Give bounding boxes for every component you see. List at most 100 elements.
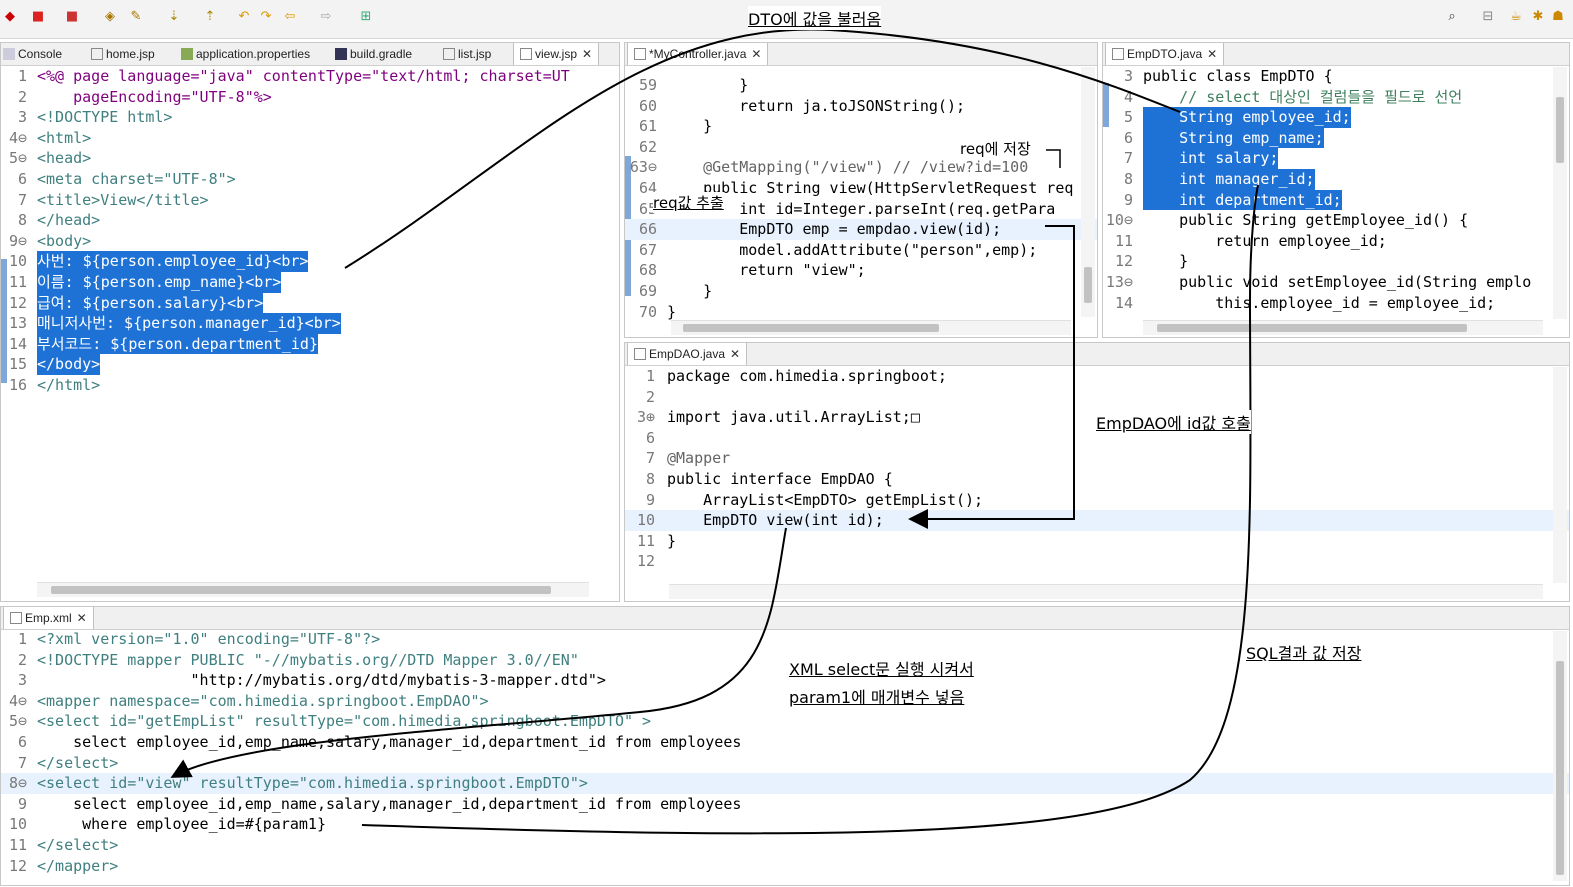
tab-empdao[interactable]: EmpDAO.java ✕ (627, 343, 748, 365)
code-line[interactable]: 12 } (1103, 251, 1569, 272)
code-line[interactable]: 6 select employee_id,emp_name,salary,man… (1, 732, 1569, 753)
code-line[interactable]: 8⊖ <select id="view" resultType="com.hime… (1, 773, 1569, 794)
tab-list-jsp[interactable]: list.jsp (443, 43, 491, 65)
code-line[interactable]: 3 <!DOCTYPE html> (1, 107, 619, 128)
vertical-scrollbar[interactable] (1553, 631, 1567, 881)
tab-my-controller[interactable]: *MyController.java ✕ (627, 43, 769, 65)
code-line[interactable]: 69 } (625, 281, 1097, 302)
back-edit-icon[interactable]: ↶ (236, 9, 252, 25)
back-icon[interactable]: ⇦ (282, 9, 298, 25)
tab-empdto[interactable]: EmpDTO.java ✕ (1105, 43, 1225, 65)
code-line[interactable]: 7 </select> (1, 753, 1569, 774)
code-line[interactable]: 5⊖ <select id="getEmpList" resultType="co… (1, 711, 1569, 732)
vertical-scrollbar[interactable] (1553, 67, 1567, 319)
dao-code-area[interactable]: 1 package com.himedia.springboot; 2 3⊕ impor… (625, 366, 1569, 572)
code-line[interactable]: 7 int salary; (1103, 148, 1569, 169)
code-line[interactable]: 10⊖ public String getEmployee_id() { (1103, 210, 1569, 231)
code-line[interactable]: 3 public class EmpDTO { (1103, 66, 1569, 87)
horizontal-scrollbar[interactable] (669, 584, 1543, 599)
scroll-thumb[interactable] (1157, 324, 1467, 332)
code-line[interactable]: 10 where employee_id=#{param1} (1, 814, 1569, 835)
code-line[interactable]: 12 (625, 551, 1569, 572)
code-line[interactable]: 14 부서코드: ${person.department_id} (1, 333, 619, 355)
open-type-icon[interactable]: ◈ (102, 9, 118, 25)
scroll-thumb[interactable] (1556, 97, 1564, 163)
code-line[interactable]: 1 <%@ page language="java" contentType="t… (1, 66, 619, 87)
code-line[interactable]: 6 <meta charset="UTF-8"> (1, 169, 619, 190)
close-icon[interactable]: ✕ (751, 47, 761, 61)
code-line[interactable]: 1 package com.himedia.springboot; (625, 366, 1569, 387)
tab-emp-xml[interactable]: Emp.xml ✕ (3, 607, 94, 629)
code-line[interactable]: 61 } (625, 116, 1097, 137)
run-icon[interactable]: ■ (64, 9, 80, 25)
horizontal-scrollbar[interactable] (37, 582, 589, 597)
code-line[interactable]: 15 </body> (1, 354, 619, 375)
code-line[interactable]: 67 model.addAttribute("person",emp); (625, 240, 1097, 261)
code-line[interactable]: 9 select employee_id,emp_name,salary,man… (1, 794, 1569, 815)
scroll-thumb[interactable] (683, 324, 939, 332)
dto-code-area[interactable]: 3 public class EmpDTO {4 // select 대상인 컬럼… (1103, 66, 1569, 313)
tools-icon[interactable]: ✎ (128, 9, 144, 25)
code-line[interactable]: 6 String emp_name; (1103, 127, 1569, 149)
code-line[interactable]: 63⊖ @GetMapping("/view") // /view?id=100 (625, 157, 1097, 178)
stop-icon[interactable]: ■ (30, 9, 46, 25)
code-line[interactable]: 60 return ja.toJSONString(); (625, 96, 1097, 117)
scroll-thumb[interactable] (1084, 267, 1092, 303)
pin-editor-icon[interactable]: ⊞ (358, 9, 374, 25)
horizontal-scrollbar[interactable] (1143, 320, 1543, 335)
code-line[interactable]: 10 사번: ${person.employee_id}<br> (1, 251, 619, 272)
vertical-scrollbar[interactable] (1553, 367, 1567, 583)
code-line[interactable]: 11 return employee_id; (1103, 231, 1569, 252)
tab-build-gradle[interactable]: build.gradle (335, 43, 412, 65)
code-line[interactable]: 2 (625, 387, 1569, 408)
code-line[interactable]: 16 </html> (1, 375, 619, 396)
code-line[interactable]: 5⊖ <head> (1, 148, 619, 169)
debug-icon[interactable]: ◆ (2, 9, 18, 25)
code-line[interactable]: 3 "http://mybatis.org/dtd/mybatis-3-mapp… (1, 670, 1569, 691)
code-line[interactable]: 4 // select 대상인 컬럼들을 필드로 선언 (1103, 87, 1569, 108)
code-line[interactable]: 66 EmpDTO emp = empdao.view(id); (625, 219, 1097, 240)
search-icon[interactable]: ⌕ (1444, 9, 1460, 25)
code-line[interactable]: 13⊖ public void setEmployee_id(String em… (1103, 272, 1569, 293)
code-line[interactable]: 14 this.employee_id = employee_id; (1103, 293, 1569, 314)
java-perspective-icon[interactable]: ☗ (1550, 9, 1566, 25)
code-line[interactable]: 12 급여: ${person.salary}<br> (1, 292, 619, 314)
forward-icon[interactable]: ⇨ (318, 9, 334, 25)
tab-console[interactable]: Console (3, 43, 62, 65)
code-line[interactable]: 9 ArrayList<EmpDTO> getEmpList(); (625, 490, 1569, 511)
close-icon[interactable]: ✕ (730, 347, 740, 361)
code-line[interactable]: 11 이름: ${person.emp_name}<br> (1, 271, 619, 293)
close-icon[interactable]: ✕ (77, 611, 87, 625)
code-line[interactable]: 11} (625, 531, 1569, 552)
prev-annotation-icon[interactable]: ⇡ (202, 9, 218, 25)
xml-code-area[interactable]: 1 <?xml version="1.0" encoding="UTF-8"?> 2… (1, 629, 1569, 876)
debug-perspective-icon[interactable]: ✱ (1530, 9, 1546, 25)
code-line[interactable]: 68 return "view"; (625, 260, 1097, 281)
code-line[interactable]: 13 매니저사번: ${person.manager_id}<br> (1, 313, 619, 334)
tab-home-jsp[interactable]: home.jsp (91, 43, 155, 65)
code-line[interactable]: 8 </head> (1, 210, 619, 231)
code-line[interactable]: 59 } (625, 75, 1097, 96)
code-line[interactable]: 2 pageEncoding="UTF-8"%> (1, 87, 619, 108)
code-line[interactable]: 10 EmpDTO view(int id); (625, 510, 1569, 531)
vertical-scrollbar[interactable] (1081, 67, 1095, 317)
code-line[interactable]: 8 public interface EmpDAO { (625, 469, 1569, 490)
scroll-thumb[interactable] (1556, 661, 1564, 875)
perspective-icon[interactable]: ⊟ (1480, 9, 1496, 25)
code-line[interactable]: 4⊖ <mapper namespace="com.himedia.springb… (1, 691, 1569, 712)
code-line[interactable]: 12 </mapper> (1, 856, 1569, 877)
close-icon[interactable]: ✕ (1207, 47, 1217, 61)
close-icon[interactable]: ✕ (582, 47, 592, 61)
code-line[interactable]: 7 @Mapper (625, 448, 1569, 469)
horizontal-scrollbar[interactable] (671, 320, 1071, 335)
code-line[interactable]: 8 int manager_id; (1103, 168, 1569, 190)
code-line[interactable]: 5 String employee_id; (1103, 107, 1569, 128)
tab-application-properties[interactable]: application.properties (181, 43, 310, 65)
code-line[interactable]: 9 int department_id; (1103, 189, 1569, 211)
java-ee-icon[interactable]: ☕ (1508, 9, 1524, 25)
next-annotation-icon[interactable]: ⇣ (166, 9, 182, 25)
forward-edit-icon[interactable]: ↷ (258, 9, 274, 25)
code-line[interactable]: 11 </select> (1, 835, 1569, 856)
tab-view-jsp[interactable]: view.jsp ✕ (513, 43, 600, 65)
code-line[interactable]: 7 <title>View</title> (1, 190, 619, 211)
